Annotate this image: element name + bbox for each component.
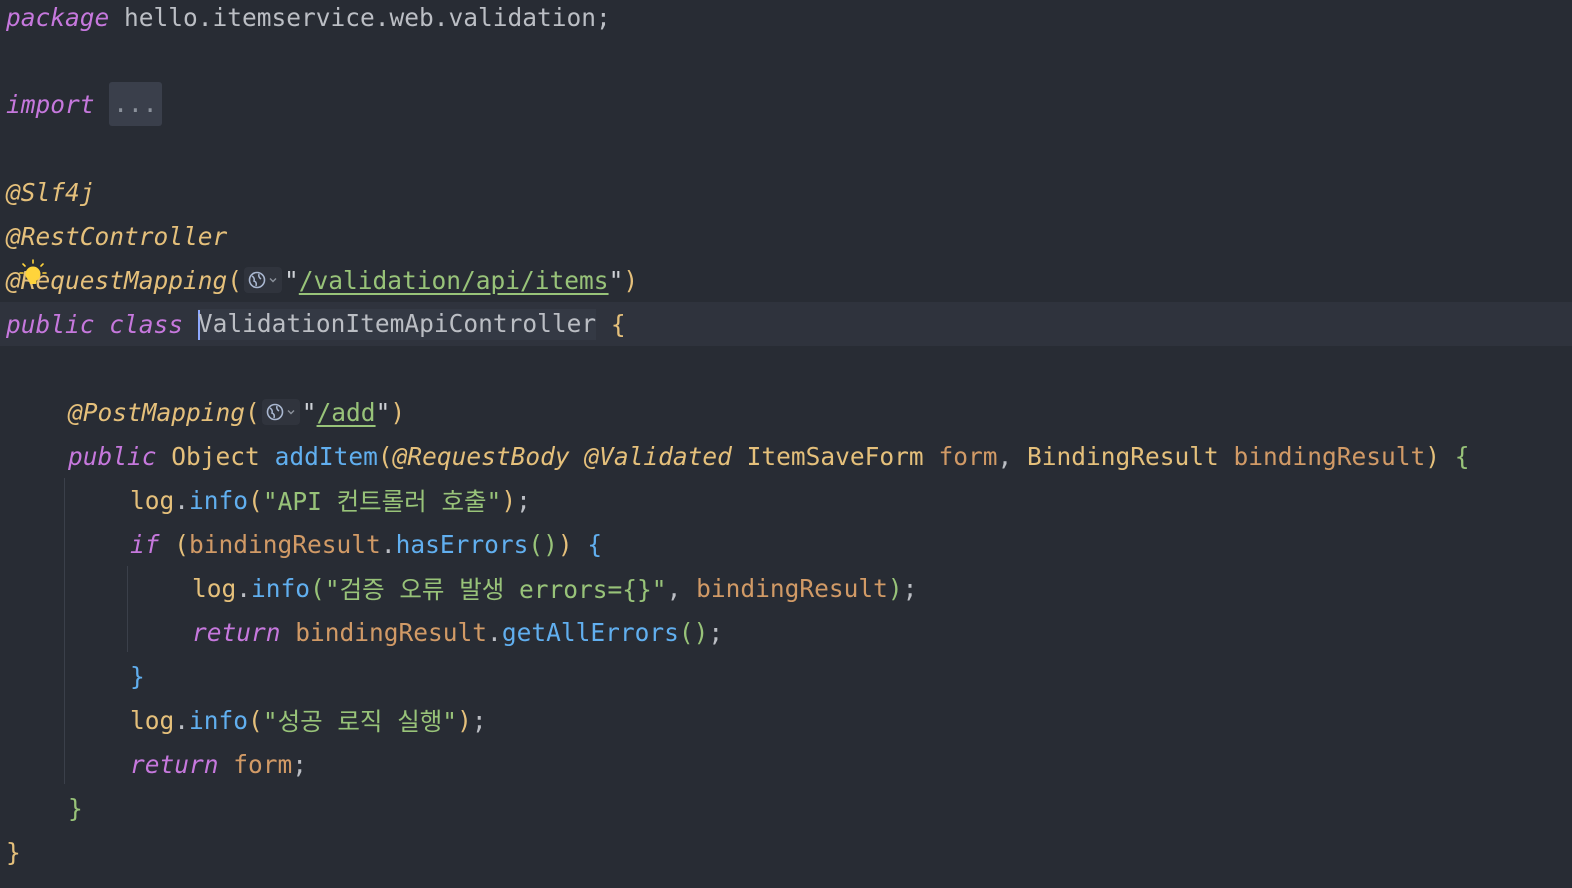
get-all-errors-call: getAllErrors — [501, 617, 679, 647]
info-call: info — [251, 573, 311, 603]
keyword-package: package — [6, 2, 110, 32]
keyword-return: return — [130, 749, 219, 779]
keyword-return: return — [192, 617, 281, 647]
lightbulb-icon[interactable] — [18, 259, 48, 289]
info-call: info — [189, 705, 249, 735]
log-ref: log — [192, 573, 237, 603]
code-line-5[interactable]: @Slf4j — [0, 170, 1572, 214]
code-line-8[interactable]: public class ValidationItemApiController… — [0, 302, 1572, 346]
annotation-request-body: @RequestBody — [392, 441, 570, 471]
code-line-18[interactable]: return form; — [0, 742, 1572, 786]
param-type-form: ItemSaveForm — [746, 441, 924, 471]
chevron-down-icon — [287, 410, 295, 415]
semicolon: ; — [596, 2, 611, 32]
import-fold-button[interactable]: ... — [109, 82, 162, 126]
has-errors-call: hasErrors — [395, 529, 529, 559]
string-success: "성공 로직 실행" — [262, 706, 458, 736]
code-line-11[interactable]: public Object addItem(@RequestBody @Vali… — [0, 434, 1572, 478]
keyword-public: public — [6, 309, 95, 339]
param-form: form — [938, 441, 998, 471]
return-type: Object — [171, 441, 260, 471]
code-line-6[interactable]: @RestController — [0, 214, 1572, 258]
endpoint-globe-button[interactable] — [261, 399, 300, 425]
code-line-20[interactable]: } — [0, 830, 1572, 874]
param-binding-result: bindingResult — [1233, 441, 1426, 471]
request-mapping-url-link[interactable]: /validation/api/items — [299, 266, 609, 295]
keyword-if: if — [130, 529, 160, 559]
string-validation-error: "검증 오류 발생 errors={}" — [324, 574, 667, 604]
code-editor[interactable]: package hello.itemservice.web.validation… — [0, 0, 1572, 888]
code-line-13[interactable]: if (bindingResult. hasErrors()) { — [0, 522, 1572, 566]
post-mapping-url-link[interactable]: /add — [317, 398, 376, 427]
code-line-10[interactable]: @PostMapping("/add ") — [0, 390, 1572, 434]
globe-icon — [248, 271, 266, 289]
code-line-12[interactable]: log. info("API 컨트롤러 호출"); — [0, 478, 1572, 522]
code-line-17[interactable]: log. info("성공 로직 실행"); — [0, 698, 1572, 742]
form-ref: form — [233, 749, 293, 779]
keyword-import: import — [6, 89, 95, 119]
binding-result-ref: bindingResult — [696, 573, 888, 603]
binding-result-ref: bindingResult — [295, 617, 488, 647]
chevron-down-icon — [269, 278, 277, 283]
method-name: addItem — [274, 441, 378, 471]
annotation-rest-controller: @RestController — [6, 221, 228, 251]
log-ref: log — [130, 705, 175, 735]
code-line-16[interactable]: } — [0, 654, 1572, 698]
log-ref: log — [130, 485, 175, 515]
annotation-slf4j: @Slf4j — [6, 177, 95, 207]
keyword-public: public — [68, 441, 157, 471]
endpoint-globe-button[interactable] — [244, 267, 283, 293]
annotation-post-mapping: @PostMapping — [68, 397, 246, 427]
param-type-binding-result: BindingResult — [1026, 441, 1219, 471]
package-name: hello.itemservice.web.validation — [109, 2, 597, 32]
binding-result-ref: bindingResult — [189, 529, 381, 559]
class-name-highlight[interactable]: ValidationItemApiController — [197, 308, 597, 340]
info-call: info — [189, 485, 249, 515]
string-api-call: "API 컨트롤러 호출" — [262, 486, 502, 516]
class-name: ValidationItemApiController — [197, 308, 597, 338]
code-line-19[interactable]: } — [0, 786, 1572, 830]
keyword-class: class — [109, 309, 184, 339]
code-line-1[interactable]: package hello.itemservice.web.validation… — [0, 0, 1572, 39]
code-line-15[interactable]: return bindingResult. getAllErrors(); — [0, 610, 1572, 654]
globe-icon — [266, 403, 284, 421]
annotation-validated: @Validated — [584, 441, 732, 471]
code-line-7[interactable]: @RequestMapping("/validation/api/items ") — [0, 258, 1572, 302]
code-line-14[interactable]: log. info("검증 오류 발생 errors={}", bindingRe… — [0, 566, 1572, 610]
code-line-3[interactable]: import ... — [0, 82, 1572, 126]
